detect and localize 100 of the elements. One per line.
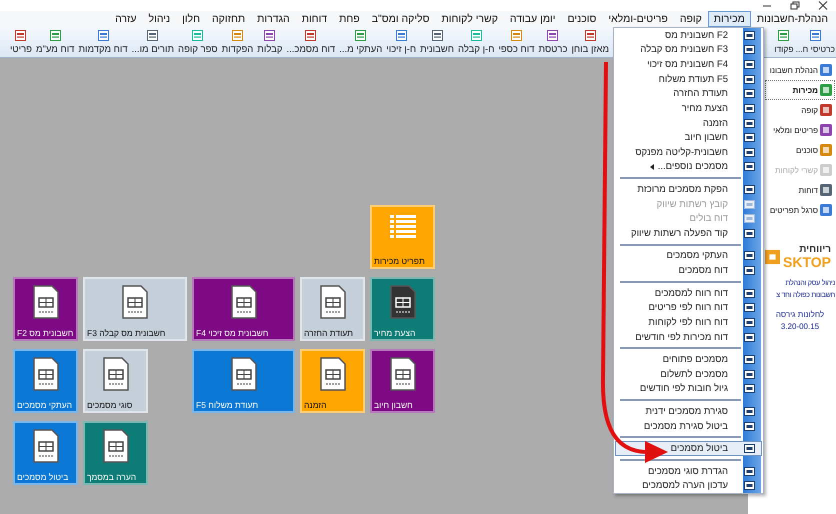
- menu-item[interactable]: מסמכים נוספים...: [615, 160, 762, 174]
- toolbar-button[interactable]: כרטסת: [536, 27, 570, 57]
- menu-tile[interactable]: תעודת החזרה: [300, 277, 365, 341]
- toolbar-button[interactable]: קבלות: [255, 27, 284, 57]
- menu-tile[interactable]: חשבונית מס זיכוי F4: [192, 277, 295, 341]
- menu-item[interactable]: ניהול: [142, 11, 176, 27]
- menu-item[interactable]: F3 חשבונית מס קבלה: [615, 42, 762, 58]
- menu-item[interactable]: העתקי מסמכים: [615, 248, 762, 264]
- version-text: לחלונות גירסה: [776, 309, 824, 321]
- sidebar-item[interactable]: מכירות: [765, 80, 835, 100]
- sidebar-item[interactable]: הנהלת חשבונו: [765, 60, 835, 80]
- app-icon: [820, 84, 832, 96]
- menu-item[interactable]: הגדרת סוגי מסמכים: [615, 464, 762, 478]
- document-icon: [230, 29, 244, 42]
- app-icon: [820, 144, 832, 156]
- menu-item[interactable]: קוד הפעלה רשתות שיווק: [615, 226, 762, 241]
- menu-item[interactable]: פחת: [333, 11, 366, 27]
- toolbar-button[interactable]: פריטי: [8, 27, 34, 57]
- menu-item[interactable]: הגדרות: [251, 11, 296, 27]
- menu-item[interactable]: עזרה: [109, 11, 143, 27]
- menu-item[interactable]: דוח מכירות לפי חודשים: [615, 330, 762, 344]
- menu-tile[interactable]: הזמנה: [300, 349, 365, 413]
- menu-item[interactable]: סליקה ומס"ב: [366, 11, 436, 27]
- menu-item[interactable]: יומן עבודה: [504, 11, 562, 27]
- toolbar-button[interactable]: ח-ן קבלה: [456, 27, 496, 57]
- window-icon: [744, 406, 754, 416]
- toolbar-button[interactable]: כרטיסי ח...: [794, 27, 836, 57]
- menu-item[interactable]: קשרי לקוחות: [436, 11, 504, 27]
- menu-item[interactable]: F2 חשבונית מס: [615, 28, 762, 43]
- menu-tile[interactable]: העתקי מסמכים: [13, 349, 78, 413]
- logo-name: ריווחית: [799, 244, 831, 255]
- sidebar-item[interactable]: סוכנים: [765, 140, 835, 160]
- menu-item[interactable]: תעודת החזרה: [615, 86, 762, 102]
- document-icon: [30, 357, 60, 391]
- document-icon: [100, 357, 130, 391]
- menu-item[interactable]: דוח רווח למסמכים: [615, 286, 762, 300]
- document-icon: [808, 29, 822, 42]
- menu-item[interactable]: חשבון חיוב: [615, 130, 762, 145]
- toolbar-button[interactable]: העתקי מ...: [337, 27, 384, 57]
- menu-item[interactable]: דוח רווח לפי לקוחות: [615, 315, 762, 330]
- menu-item[interactable]: מסמכים לתשלום: [615, 366, 762, 382]
- menu-tile[interactable]: הערה במסמך: [83, 421, 148, 485]
- menu-item[interactable]: דוח רווח לפי פריטים: [615, 300, 762, 316]
- sidebar-item[interactable]: סרגל תפריטים: [765, 200, 835, 220]
- submenu-arrow-icon: [650, 164, 654, 170]
- menu-item[interactable]: הפקת מסמכים מרוכזת: [615, 182, 762, 197]
- document-icon: [584, 29, 597, 42]
- menu-item[interactable]: הצעת מחיר: [615, 101, 762, 116]
- menu-item[interactable]: הנהלת-חשבונות: [750, 11, 834, 27]
- restore-icon[interactable]: [790, 1, 800, 10]
- menu-tile[interactable]: הצעת מחיר: [370, 277, 435, 341]
- menu-item[interactable]: F4 חשבונית מס זיכוי: [615, 57, 762, 72]
- sidebar-item[interactable]: דוחות: [765, 180, 835, 200]
- toolbar-button[interactable]: מאזן בוחן: [569, 27, 611, 57]
- menu-item[interactable]: סגירת מסמכים ידנית: [615, 404, 762, 419]
- menu-item[interactable]: תחזוקה: [206, 11, 252, 27]
- document-icon: [30, 429, 60, 463]
- menu-item[interactable]: סוכנים: [562, 11, 602, 27]
- menu-tile[interactable]: תעודת משלוח F5: [192, 349, 295, 413]
- menu-item[interactable]: חשבונית-קליטה מפנקס: [615, 145, 762, 160]
- sidebar-item[interactable]: קופה: [765, 100, 835, 120]
- menu-item[interactable]: חלון: [176, 11, 206, 27]
- toolbar-button[interactable]: דוח מסמכ...: [284, 27, 338, 57]
- toolbar-button[interactable]: ח-ן זיכוי: [384, 27, 418, 57]
- close-icon[interactable]: [818, 1, 828, 10]
- menu-item[interactable]: F5 תעודת משלוח: [615, 72, 762, 86]
- menu-tile[interactable]: חשבון חיוב: [370, 349, 435, 413]
- toolbar-button[interactable]: חשבונית: [418, 27, 456, 57]
- toolbar-button[interactable]: ספר קופה: [176, 27, 220, 57]
- menu-item[interactable]: מסמכים פתוחים: [615, 352, 762, 367]
- window-icon: [744, 481, 754, 490]
- document-icon: [546, 29, 560, 42]
- menu-item[interactable]: מכירות: [708, 11, 751, 27]
- toolbar-button[interactable]: תורים מו...: [130, 27, 176, 57]
- menu-item[interactable]: עדכון הערה למסמכים: [615, 478, 762, 494]
- toolbar-button[interactable]: דוח מע"מ: [34, 27, 76, 57]
- menu-item[interactable]: ביטול סגירת מסמכים: [615, 418, 762, 434]
- menu-item[interactable]: דוחות: [296, 11, 334, 27]
- menu-item[interactable]: קופה: [674, 11, 708, 27]
- menu-item[interactable]: הזמנה: [615, 116, 762, 130]
- menu-item[interactable]: גיול חובות לפי חודשים: [615, 382, 762, 396]
- window-icon: [744, 251, 754, 260]
- menu-tile[interactable]: חשבונית מס F2: [13, 277, 78, 341]
- menu-item[interactable]: דוח מסמכים: [615, 263, 762, 278]
- document-icon: [388, 357, 418, 391]
- menu-tile[interactable]: סוגי מסמכים: [83, 349, 148, 413]
- toolbar-button[interactable]: דוח מקדמות: [76, 27, 130, 57]
- toolbar-button[interactable]: פקודו: [773, 27, 795, 57]
- menu-tile[interactable]: תפריט מכירות: [370, 205, 435, 269]
- menu-tile[interactable]: ביטול מסמכים: [13, 421, 78, 485]
- document-icon: [14, 29, 28, 42]
- toolbar-button[interactable]: דוח כספי: [496, 27, 536, 57]
- document-icon: [777, 29, 790, 42]
- menu-item[interactable]: פריטים-ומלאי: [602, 11, 674, 27]
- toolbar-button[interactable]: הפקדות: [220, 27, 256, 57]
- logo-word: SKTOP: [783, 255, 831, 269]
- sidebar-item[interactable]: פריטים ומלאי: [765, 120, 835, 140]
- window-icon: [744, 185, 754, 194]
- menu-tile[interactable]: חשבונית מס קבלה F3: [83, 277, 187, 341]
- app-icon: [820, 64, 832, 76]
